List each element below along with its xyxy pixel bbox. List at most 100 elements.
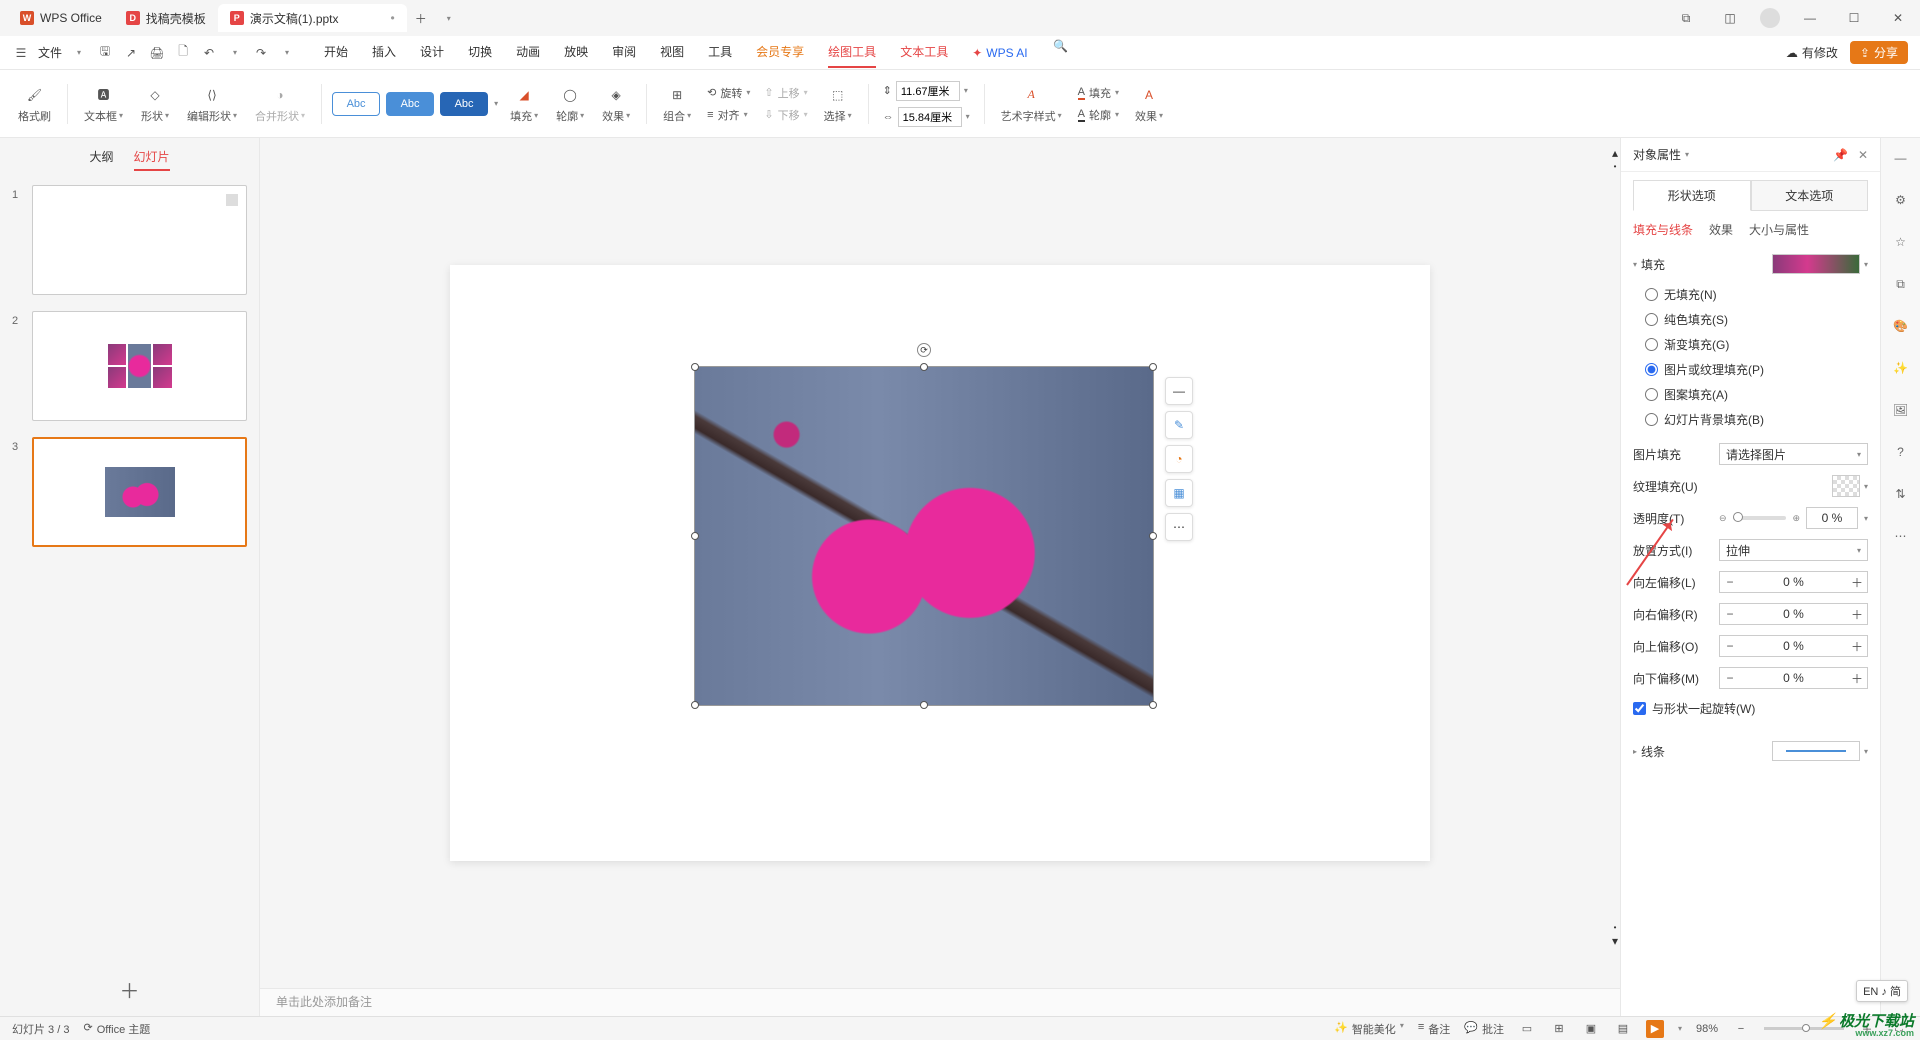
- add-slide-button[interactable]: ＋: [0, 963, 259, 1016]
- thumbnail-2[interactable]: 2: [12, 311, 247, 421]
- save-icon[interactable]: 🖫: [96, 44, 114, 62]
- slideshow-button[interactable]: ▶: [1646, 1020, 1664, 1038]
- thumbnail-3[interactable]: 3: [12, 437, 247, 547]
- subtab-fill-line[interactable]: 填充与线条: [1633, 221, 1693, 238]
- handle-se[interactable]: [1149, 701, 1157, 709]
- comments-button[interactable]: 💬批注: [1464, 1021, 1504, 1037]
- tab-view[interactable]: 视图: [660, 37, 684, 68]
- rotate-button[interactable]: ⟲旋转▾: [703, 83, 754, 103]
- float-edit-button[interactable]: ✎: [1165, 411, 1193, 439]
- transparency-value[interactable]: 0 %: [1806, 507, 1858, 529]
- view-reading-icon[interactable]: ▣: [1582, 1020, 1600, 1038]
- float-crop-button[interactable]: ◔: [1165, 445, 1193, 473]
- move-down-button[interactable]: ⇩下移▾: [760, 105, 811, 125]
- style-preset-1[interactable]: Abc: [332, 92, 380, 116]
- notes-pane[interactable]: 单击此处添加备注: [260, 988, 1620, 1016]
- radio-no-fill[interactable]: 无填充(N): [1645, 282, 1868, 307]
- tab-transition[interactable]: 切换: [468, 37, 492, 68]
- style-preset-2[interactable]: Abc: [386, 92, 434, 116]
- print-preview-icon[interactable]: 🗋: [174, 44, 192, 62]
- scroll-down[interactable]: •▾: [1612, 923, 1618, 948]
- zoom-out-button[interactable]: −: [1732, 1020, 1750, 1038]
- language-indicator[interactable]: EN ♪ 简: [1856, 980, 1908, 1002]
- file-dropdown-icon[interactable]: ▾: [70, 44, 88, 62]
- redo-dropdown[interactable]: ▾: [278, 44, 296, 62]
- tab-review[interactable]: 审阅: [612, 37, 636, 68]
- select-button[interactable]: ⬚ 选择▾: [818, 84, 858, 124]
- rail-transfer-icon[interactable]: ⇅: [1889, 482, 1913, 506]
- height-input[interactable]: [896, 81, 960, 101]
- cube-icon[interactable]: ◫: [1716, 4, 1744, 32]
- handle-ne[interactable]: [1149, 363, 1157, 371]
- float-layout-button[interactable]: ▦: [1165, 479, 1193, 507]
- transparency-slider[interactable]: [1733, 516, 1787, 520]
- handle-nw[interactable]: [691, 363, 699, 371]
- handle-e[interactable]: [1149, 532, 1157, 540]
- line-section-header[interactable]: ▸线条 ▾: [1633, 735, 1868, 767]
- radio-pattern-fill[interactable]: 图案填充(A): [1645, 382, 1868, 407]
- undo-icon[interactable]: ↶: [200, 44, 218, 62]
- fill-button[interactable]: ◢ 填充▾: [504, 84, 544, 124]
- handle-n[interactable]: [920, 363, 928, 371]
- menu-icon[interactable]: ☰: [12, 44, 30, 62]
- rail-image-icon[interactable]: 🖼: [1889, 398, 1913, 422]
- rail-adjust-icon[interactable]: ⚙: [1889, 188, 1913, 212]
- fill-section-header[interactable]: ▾填充 ▾: [1633, 248, 1868, 280]
- tab-insert[interactable]: 插入: [372, 37, 396, 68]
- slides-tab[interactable]: 幻灯片: [134, 148, 170, 171]
- tab-templates[interactable]: D 找稿壳模板: [114, 4, 218, 32]
- radio-gradient-fill[interactable]: 渐变填充(G): [1645, 332, 1868, 357]
- rail-help-icon[interactable]: ?: [1889, 440, 1913, 464]
- offset-top-spinner[interactable]: −0 %＋: [1719, 635, 1868, 657]
- view-normal-icon[interactable]: ▭: [1518, 1020, 1536, 1038]
- text-options-tab[interactable]: 文本选项: [1751, 180, 1869, 211]
- minimize-button[interactable]: —: [1796, 4, 1824, 32]
- close-button[interactable]: ✕: [1884, 4, 1912, 32]
- tab-tools[interactable]: 工具: [708, 37, 732, 68]
- merge-shape-button[interactable]: ◑ 合并形状▾: [249, 84, 311, 124]
- handle-sw[interactable]: [691, 701, 699, 709]
- edit-shape-button[interactable]: ⟨⟩ 编辑形状▾: [181, 84, 243, 124]
- zoom-label[interactable]: 98%: [1696, 1023, 1718, 1035]
- redo-icon[interactable]: ↷: [252, 44, 270, 62]
- rail-star-icon[interactable]: ☆: [1889, 230, 1913, 254]
- rail-layers-icon[interactable]: ⧉: [1889, 272, 1913, 296]
- rail-more-icon[interactable]: ⋯: [1889, 524, 1913, 548]
- file-menu[interactable]: 文件: [38, 44, 62, 61]
- textbox-button[interactable]: 🅰 文本框▾: [78, 84, 129, 124]
- tab-vip[interactable]: 会员专享: [756, 37, 804, 68]
- radio-picture-fill[interactable]: 图片或纹理填充(P): [1645, 357, 1868, 382]
- tab-text-tools[interactable]: 文本工具: [900, 37, 948, 68]
- wordart-button[interactable]: A 艺术字样式▾: [995, 84, 1068, 124]
- float-collapse-button[interactable]: —: [1165, 377, 1193, 405]
- rotate-handle[interactable]: ⟳: [917, 343, 931, 357]
- move-up-button[interactable]: ⇧上移▾: [760, 83, 811, 103]
- offset-bottom-spinner[interactable]: −0 %＋: [1719, 667, 1868, 689]
- slideshow-dropdown[interactable]: ▾: [1678, 1024, 1682, 1033]
- text-outline-button[interactable]: A轮廓▾: [1074, 105, 1123, 125]
- selection-frame[interactable]: ⟳ — ✎ ◔ ▦ ⋯: [694, 366, 1154, 706]
- float-more-button[interactable]: ⋯: [1165, 513, 1193, 541]
- search-icon[interactable]: 🔍: [1052, 37, 1070, 55]
- outline-tab[interactable]: 大纲: [89, 148, 113, 171]
- tab-wps-ai[interactable]: ✦WPS AI: [972, 37, 1027, 68]
- close-panel-icon[interactable]: ✕: [1858, 148, 1868, 162]
- print-icon[interactable]: 🖨: [148, 44, 166, 62]
- modified-indicator[interactable]: ☁有修改: [1786, 44, 1838, 61]
- tab-list-dropdown[interactable]: ▾: [435, 4, 463, 32]
- new-tab-button[interactable]: ＋: [407, 4, 435, 32]
- outline-button[interactable]: ◯ 轮廓▾: [550, 84, 590, 124]
- radio-slidebg-fill[interactable]: 幻灯片背景填充(B): [1645, 407, 1868, 432]
- shape-options-tab[interactable]: 形状选项: [1633, 180, 1751, 211]
- avatar[interactable]: [1760, 8, 1780, 28]
- rail-palette-icon[interactable]: 🎨: [1889, 314, 1913, 338]
- share-button[interactable]: ⇪分享: [1850, 41, 1908, 64]
- offset-left-spinner[interactable]: −0 %＋: [1719, 571, 1868, 593]
- thumbnail-1[interactable]: 1: [12, 185, 247, 295]
- subtab-effect[interactable]: 效果: [1709, 221, 1733, 238]
- tab-animation[interactable]: 动画: [516, 37, 540, 68]
- view-sorter-icon[interactable]: ⊞: [1550, 1020, 1568, 1038]
- texture-swatch[interactable]: [1832, 475, 1860, 497]
- tab-document[interactable]: P 演示文稿(1).pptx •: [218, 4, 407, 32]
- text-effect-button[interactable]: A 效果▾: [1129, 84, 1169, 124]
